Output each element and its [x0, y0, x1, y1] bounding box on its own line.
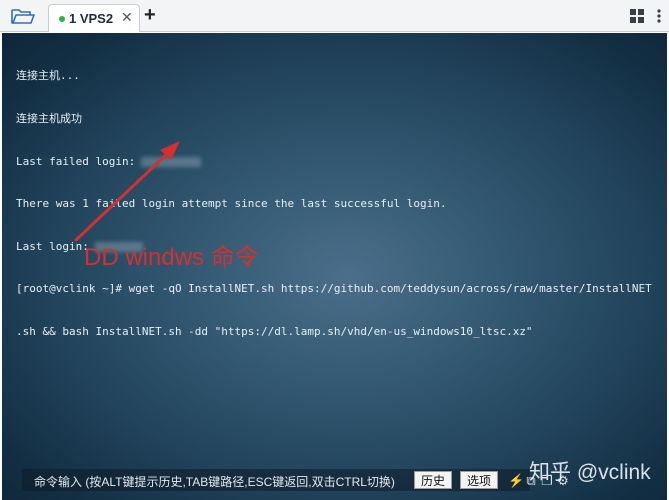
watermark: 知乎 @vclink	[529, 461, 651, 484]
terminal-line: There was 1 failed login attempt since t…	[16, 197, 447, 211]
terminal-line: 连接主机...	[16, 69, 80, 83]
terminal-line: .sh && bash InstallNET.sh -dd "https://d…	[16, 324, 533, 338]
close-icon[interactable]: ✕	[121, 9, 133, 26]
terminal-line: [root@vclink ~]# wget -qO InstallNET.sh …	[16, 282, 652, 296]
annotation-label: DD windws 命令	[84, 244, 259, 271]
terminal-line: 连接主机成功	[16, 112, 82, 125]
tab-bar: 1 VPS2 ✕ +	[0, 0, 669, 32]
connection-status-dot	[59, 16, 65, 22]
terminal-output: 连接主机... 连接主机成功 Last failed login: There …	[16, 41, 652, 368]
options-button[interactable]: 选项	[460, 471, 499, 489]
grid-layout-icon[interactable]	[629, 8, 645, 24]
lightning-icon[interactable]: ⚡	[508, 473, 524, 489]
tab-label: 1 VPS2	[69, 11, 114, 26]
vertical-menu-icon[interactable]	[652, 6, 666, 26]
command-input-bar[interactable]: 命令输入 (按ALT键提示历史,TAB键路径,ESC键返回,双击CTRL切换) …	[22, 469, 530, 491]
tab-vps2[interactable]: 1 VPS2 ✕	[48, 4, 140, 32]
command-hint: 命令输入 (按ALT键提示历史,TAB键路径,ESC键返回,双击CTRL切换)	[34, 475, 395, 489]
history-button[interactable]: 历史	[414, 471, 453, 489]
redacted-text	[141, 156, 202, 167]
add-tab-button[interactable]: +	[144, 3, 156, 27]
folder-open-icon[interactable]	[10, 6, 36, 26]
terminal-line: Last failed login:	[16, 155, 652, 169]
terminal-pane[interactable]: 连接主机... 连接主机成功 Last failed login: There …	[2, 33, 667, 500]
